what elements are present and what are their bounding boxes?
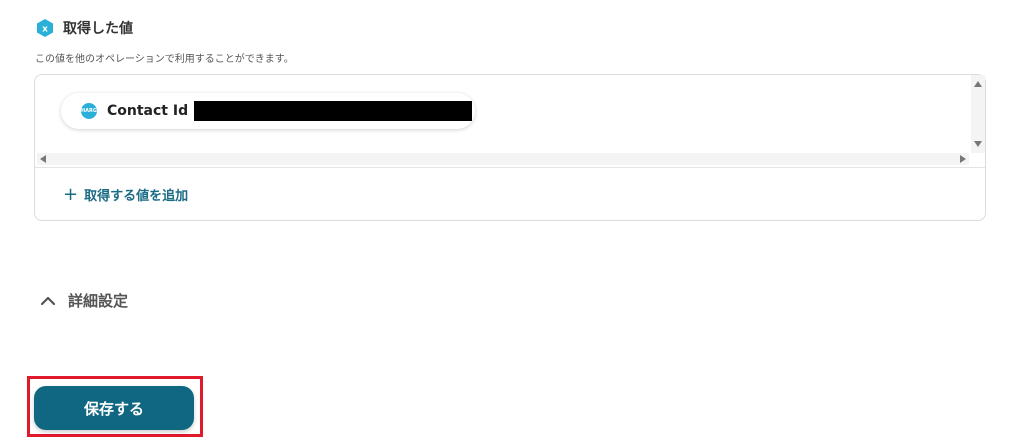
app-hexagon-icon: x [37,19,53,37]
section-header: x 取得した値 [35,18,133,38]
vertical-scrollbar[interactable] [971,75,985,153]
page: x 取得した値 この値を他のオペレーションで利用することができます。 HARG … [0,0,1030,448]
scroll-right-icon[interactable] [960,155,966,163]
chevron-up-icon [40,296,56,305]
save-button[interactable]: 保存する [34,386,194,430]
values-box: HARG Contact Id + 取得する値を追加 [34,74,986,221]
advanced-settings-label: 詳細設定 [68,292,129,310]
scroll-down-icon[interactable] [974,141,982,147]
add-value-button[interactable]: + 取得する値を追加 [63,185,188,204]
section-description: この値を他のオペレーションで利用することができます。 [35,54,294,65]
value-chip-label: Contact Id [107,103,189,119]
redacted-value [194,101,473,121]
add-value-label: 取得する値を追加 [84,189,189,204]
horizontal-scrollbar[interactable] [37,153,969,165]
plus-icon: + [63,183,79,205]
value-chip[interactable]: HARG Contact Id [61,93,475,129]
scroll-left-icon[interactable] [40,155,46,163]
values-scroll-area[interactable]: HARG Contact Id [35,75,985,168]
app-icon: HARG [81,103,97,119]
advanced-settings-toggle[interactable]: 詳細設定 [40,290,128,311]
section-title: 取得した値 [63,21,133,37]
svg-text:x: x [42,25,48,35]
scroll-up-icon[interactable] [974,81,982,87]
